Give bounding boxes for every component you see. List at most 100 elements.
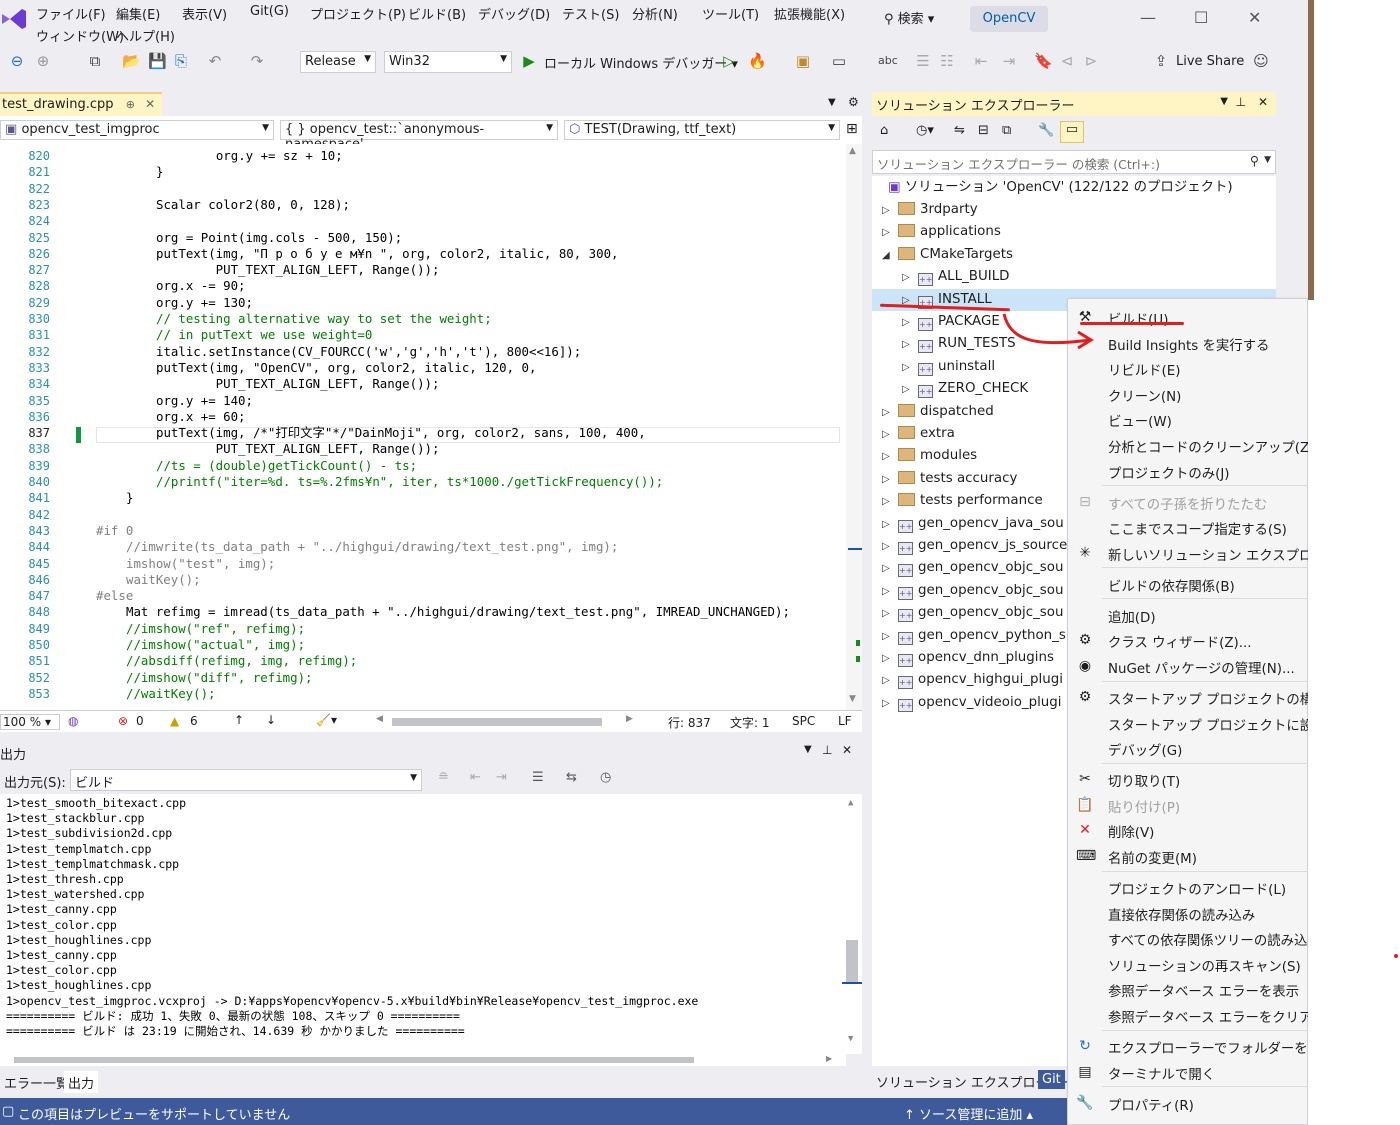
context-menu-item[interactable]: ここまでスコープ指定する(S)	[1068, 515, 1307, 539]
live-share-button[interactable]: Live Share	[1176, 54, 1244, 69]
home-icon[interactable]: ⌂	[880, 123, 888, 138]
clear-all-icon[interactable]: ☰	[532, 770, 544, 785]
context-menu-item[interactable]: ビルドの依存関係(B)	[1068, 572, 1307, 596]
scroll-down-icon[interactable]: ▼	[848, 1034, 853, 1044]
maximize-icon[interactable]: ☐	[1194, 8, 1208, 27]
error-icon[interactable]: ⊗	[118, 714, 128, 728]
context-menu-item[interactable]: ↻ エクスプローラーでフォルダーを開く(X)	[1068, 1034, 1308, 1058]
scroll-left-icon[interactable]: ◀	[376, 714, 383, 724]
menu-debug[interactable]: デバッグ(D)	[478, 4, 550, 23]
menu-window[interactable]: ウィンドウ(W)	[36, 26, 124, 45]
tab-settings-icon[interactable]: ⚙	[848, 95, 859, 109]
context-menu-item[interactable]: ◉ NuGet パッケージの管理(N)...	[1068, 654, 1307, 678]
outdent-icon[interactable]: ⇤	[972, 52, 990, 70]
tab-error-list[interactable]: エラー一覧	[0, 1071, 73, 1093]
panel-dropdown-icon[interactable]: ▼	[804, 744, 812, 755]
show-all-files-icon[interactable]: ⧉	[1002, 123, 1011, 138]
context-menu-item[interactable]: リビルド(E)	[1068, 356, 1307, 380]
context-menu-item[interactable]: 参照データベース エラーをクリア	[1068, 1003, 1308, 1027]
scroll-up-icon[interactable]: ▲	[849, 146, 856, 156]
tree-item-cmaketargets[interactable]: ◢ CMakeTargets	[872, 244, 1276, 266]
expand-icon[interactable]: ▷	[882, 536, 898, 558]
scroll-right-icon[interactable]: ▶	[626, 714, 633, 724]
redo-icon[interactable]: ↷	[248, 52, 266, 70]
context-menu-item[interactable]: 参照データベース エラーを表示	[1068, 977, 1307, 1001]
debugger-button[interactable]: ローカル Windows デバッガー ▾	[544, 53, 738, 72]
add-to-source-control-button[interactable]: ↑ ソース管理に追加 ▴	[904, 1104, 1033, 1123]
context-menu-item[interactable]: ✂ 切り取り(T)	[1068, 767, 1307, 791]
platform-select[interactable]: Win32 ▼	[384, 51, 512, 73]
menu-project[interactable]: プロジェクト(P)	[310, 4, 406, 23]
context-menu-item[interactable]: ✕ 削除(V)	[1068, 818, 1307, 842]
expand-icon[interactable]: ▷	[882, 581, 898, 603]
tree-item-applications[interactable]: ▷ applications	[872, 221, 1276, 243]
tab-output[interactable]: 出力	[64, 1071, 99, 1093]
expand-icon[interactable]: ▷	[882, 424, 898, 446]
context-menu-item[interactable]: ⚒ ビルド(U)	[1068, 305, 1307, 329]
expand-icon[interactable]: ▷	[902, 312, 918, 334]
collapse-all-icon[interactable]: ⊟	[978, 123, 989, 138]
context-menu-item[interactable]: ビュー(W)	[1068, 407, 1307, 431]
menu-build[interactable]: ビルド(B)	[408, 4, 466, 23]
timestamp-icon[interactable]: ◷	[600, 770, 611, 785]
context-menu-item[interactable]: デバッグ(G)	[1068, 736, 1307, 760]
start-debug-icon[interactable]: ▶	[520, 52, 538, 70]
expand-icon[interactable]: ▷	[882, 603, 898, 625]
uncomment-icon[interactable]: ☷	[938, 52, 956, 70]
expand-icon[interactable]: ▷	[882, 648, 898, 670]
scroll-down-icon[interactable]: ▼	[849, 694, 856, 704]
context-menu-item[interactable]: ⚙ スタートアップ プロジェクトの構成...	[1068, 685, 1308, 709]
context-menu-item[interactable]: ソリューションの再スキャン(S)	[1068, 952, 1307, 976]
close-panel-icon[interactable]: ✕	[1258, 95, 1268, 109]
menu-test[interactable]: テスト(S)	[562, 4, 619, 23]
spellcheck-icon[interactable]: abc	[878, 52, 898, 70]
zoom-select[interactable]: 100 % ▾	[0, 714, 60, 730]
scroll-right-icon[interactable]: ▶	[826, 1054, 832, 1063]
prev-bookmark-icon[interactable]: ⊲	[1058, 52, 1076, 70]
tree-item-3rdparty[interactable]: ▷ 3rdparty	[872, 199, 1276, 221]
pending-changes-icon[interactable]: ◷▾	[916, 123, 934, 138]
menu-extensions[interactable]: 拡張機能(X)	[774, 4, 845, 23]
context-menu-item[interactable]: クリーン(N)	[1068, 382, 1307, 406]
project-navigation-select[interactable]: ▣ opencv_test_imgproc ▼	[0, 120, 274, 140]
prev-message-icon[interactable]: ⇤	[470, 770, 481, 785]
save-all-icon[interactable]: ⎘	[172, 52, 190, 70]
output-source-select[interactable]: ビルド ▼	[70, 769, 422, 791]
next-bookmark-icon[interactable]: ⊳	[1082, 52, 1100, 70]
menu-analyze[interactable]: 分析(N)	[632, 4, 678, 23]
expand-icon[interactable]: ▷	[882, 402, 898, 424]
scroll-up-icon[interactable]: ▲	[848, 798, 853, 808]
pin-icon[interactable]: ⊕	[126, 98, 135, 111]
minimize-icon[interactable]: —	[1140, 8, 1156, 27]
next-issue-icon[interactable]: ↓	[266, 713, 276, 727]
pin-panel-icon[interactable]: ⊥	[1236, 95, 1246, 109]
new-project-icon[interactable]: ⧉	[86, 52, 104, 70]
cleanup-icon[interactable]: 🧹▾	[316, 713, 337, 727]
expand-icon[interactable]: ▷	[882, 514, 898, 536]
indent-icon[interactable]: ⇥	[1000, 52, 1018, 70]
output-horizontal-scrollbar[interactable]: ▶	[0, 1054, 846, 1066]
warning-icon[interactable]: ▲	[170, 714, 179, 728]
prev-issue-icon[interactable]: ↑	[234, 713, 244, 727]
menu-help[interactable]: ヘルプ(H)	[116, 26, 175, 45]
code-text[interactable]: org.y += sz + 10;} Scalar color2(80, 0, 1…	[96, 144, 840, 710]
open-folder-icon[interactable]: 📂	[122, 52, 141, 70]
menu-view[interactable]: 表示(V)	[182, 4, 227, 23]
sync-icon[interactable]: ⇋	[954, 123, 965, 138]
tab-git[interactable]: Git	[1038, 1070, 1065, 1089]
undo-icon[interactable]: ↶	[206, 52, 224, 70]
next-message-icon[interactable]: ⇥	[496, 770, 507, 785]
expand-icon[interactable]: ▷	[882, 446, 898, 468]
save-icon[interactable]: 💾	[148, 52, 167, 70]
context-menu-item[interactable]: スタートアップ プロジェクトに設定(A)	[1068, 711, 1308, 735]
output-text[interactable]: ▲ ▼ 1>test_smooth_bitexact.cpp 1>test_sta…	[0, 794, 862, 1054]
output-hscroll-thumb[interactable]	[14, 1057, 694, 1063]
context-menu-item[interactable]: Build Insights を実行する	[1068, 331, 1307, 355]
forward-icon[interactable]: ⊕	[34, 52, 52, 70]
context-menu-item[interactable]: プロジェクトのアンロード(L)	[1068, 875, 1307, 899]
find-message-icon[interactable]: ≘	[438, 770, 449, 785]
tab-dropdown-icon[interactable]: ▼	[828, 97, 836, 108]
editor-vertical-scrollbar[interactable]: ▲ ▼	[846, 144, 862, 710]
solution-search-input[interactable]: ソリューション エクスプローラー の検索 (Ctrl+:) ⚲ ▼	[872, 150, 1276, 174]
output-scrollbar-thumb[interactable]	[846, 940, 858, 982]
